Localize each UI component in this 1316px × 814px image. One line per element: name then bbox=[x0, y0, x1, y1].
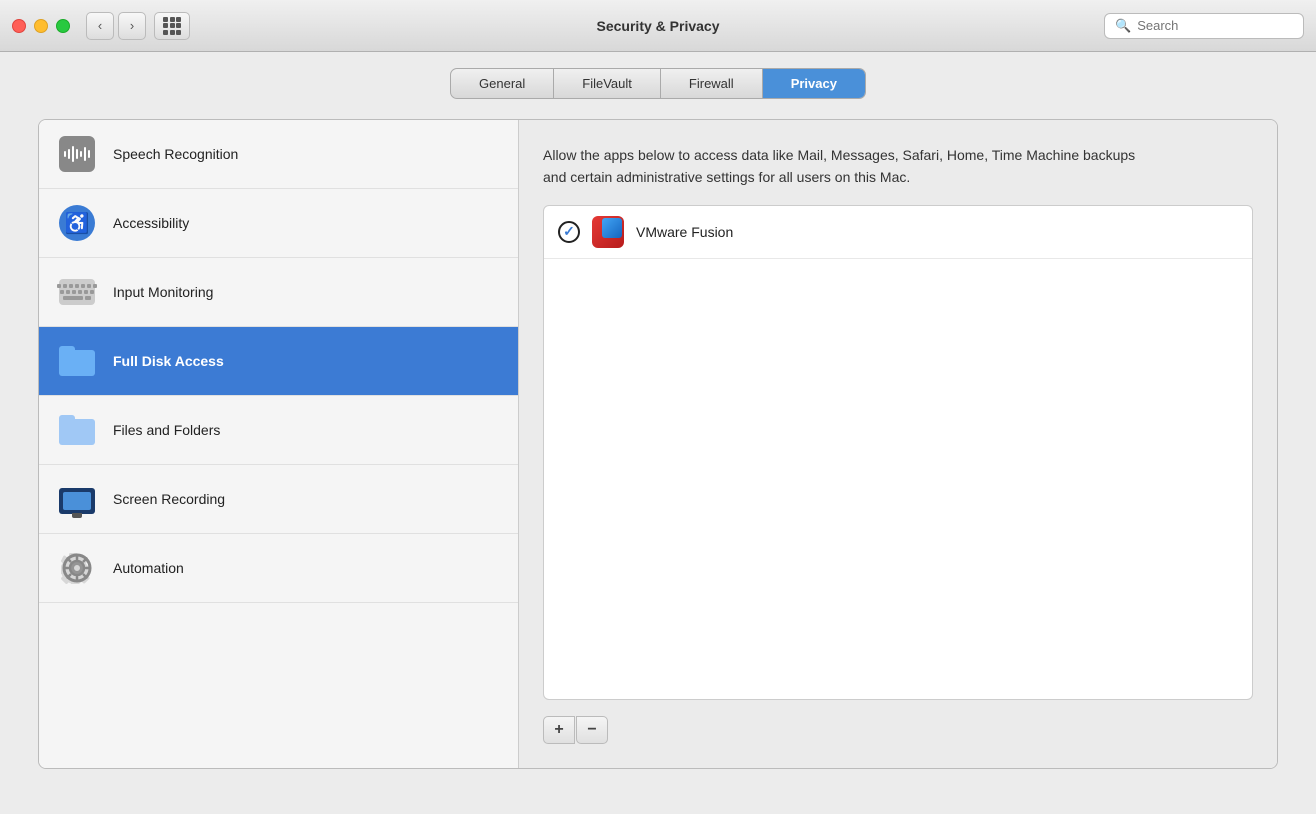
tab-firewall[interactable]: Firewall bbox=[661, 69, 763, 98]
traffic-lights bbox=[12, 19, 70, 33]
sidebar-item-accessibility-label: Accessibility bbox=[113, 215, 189, 231]
window-content: General FileVault Firewall Privacy bbox=[0, 52, 1316, 814]
window-title: Security & Privacy bbox=[597, 18, 720, 34]
search-input[interactable] bbox=[1137, 18, 1293, 33]
title-bar: ‹ › Security & Privacy 🔍 bbox=[0, 0, 1316, 52]
keyboard-icon bbox=[59, 279, 95, 305]
sidebar-item-automation-label: Automation bbox=[113, 560, 184, 576]
sidebar-item-full-disk-access[interactable]: Full Disk Access bbox=[39, 327, 518, 396]
sidebar-item-screen-recording[interactable]: Screen Recording bbox=[39, 465, 518, 534]
person-figure-icon: ♿ bbox=[65, 211, 90, 236]
accessibility-icon-container: ♿ bbox=[57, 203, 97, 243]
sidebar-item-input-monitoring-label: Input Monitoring bbox=[113, 284, 213, 300]
checkmark-icon: ✓ bbox=[563, 223, 575, 240]
minimize-button[interactable] bbox=[34, 19, 48, 33]
automation-gear-icon bbox=[59, 550, 95, 586]
right-panel: Allow the apps below to access data like… bbox=[519, 120, 1277, 768]
sidebar-item-files-and-folders[interactable]: Files and Folders bbox=[39, 396, 518, 465]
speech-recognition-icon bbox=[59, 136, 95, 172]
sidebar-item-speech-recognition[interactable]: Speech Recognition bbox=[39, 120, 518, 189]
search-icon: 🔍 bbox=[1115, 18, 1131, 34]
screen-recording-icon bbox=[59, 484, 95, 514]
app-checkbox[interactable]: ✓ bbox=[558, 221, 580, 243]
sidebar-item-automation[interactable]: Automation bbox=[39, 534, 518, 603]
sidebar-item-full-disk-access-label: Full Disk Access bbox=[113, 353, 224, 369]
add-app-button[interactable]: + bbox=[543, 716, 575, 744]
speech-recognition-icon-container bbox=[57, 134, 97, 174]
tab-filevault[interactable]: FileVault bbox=[554, 69, 661, 98]
main-panel: Speech Recognition ♿ Accessibility bbox=[38, 119, 1278, 769]
files-and-folders-icon-container bbox=[57, 410, 97, 450]
maximize-button[interactable] bbox=[56, 19, 70, 33]
grid-button[interactable] bbox=[154, 12, 190, 40]
full-disk-access-icon-container bbox=[57, 341, 97, 381]
back-button[interactable]: ‹ bbox=[86, 12, 114, 40]
close-button[interactable] bbox=[12, 19, 26, 33]
forward-button[interactable]: › bbox=[118, 12, 146, 40]
vmware-fusion-icon bbox=[592, 216, 624, 248]
automation-icon-container bbox=[57, 548, 97, 588]
sidebar-item-accessibility[interactable]: ♿ Accessibility bbox=[39, 189, 518, 258]
tab-privacy[interactable]: Privacy bbox=[763, 69, 865, 98]
tab-general[interactable]: General bbox=[451, 69, 554, 98]
sidebar-item-screen-recording-label: Screen Recording bbox=[113, 491, 225, 507]
grid-icon bbox=[163, 17, 181, 35]
accessibility-icon: ♿ bbox=[59, 205, 95, 241]
sidebar-item-input-monitoring[interactable]: Input Monitoring bbox=[39, 258, 518, 327]
app-name: VMware Fusion bbox=[636, 224, 733, 240]
sidebar-item-speech-recognition-label: Speech Recognition bbox=[113, 146, 238, 162]
screen-recording-icon-container bbox=[57, 479, 97, 519]
table-row[interactable]: ✓ VMware Fusion bbox=[544, 206, 1252, 259]
description-text: Allow the apps below to access data like… bbox=[543, 144, 1143, 189]
remove-app-button[interactable]: − bbox=[576, 716, 608, 744]
app-list: ✓ VMware Fusion bbox=[543, 205, 1253, 700]
full-disk-access-icon bbox=[59, 346, 95, 376]
search-bar: 🔍 bbox=[1104, 13, 1304, 39]
input-monitoring-icon-container bbox=[57, 272, 97, 312]
files-and-folders-icon bbox=[59, 415, 95, 445]
sidebar: Speech Recognition ♿ Accessibility bbox=[39, 120, 519, 768]
list-actions: + − bbox=[543, 716, 1253, 744]
sidebar-item-files-and-folders-label: Files and Folders bbox=[113, 422, 220, 438]
nav-buttons: ‹ › bbox=[86, 12, 146, 40]
tab-bar: General FileVault Firewall Privacy bbox=[450, 68, 866, 99]
